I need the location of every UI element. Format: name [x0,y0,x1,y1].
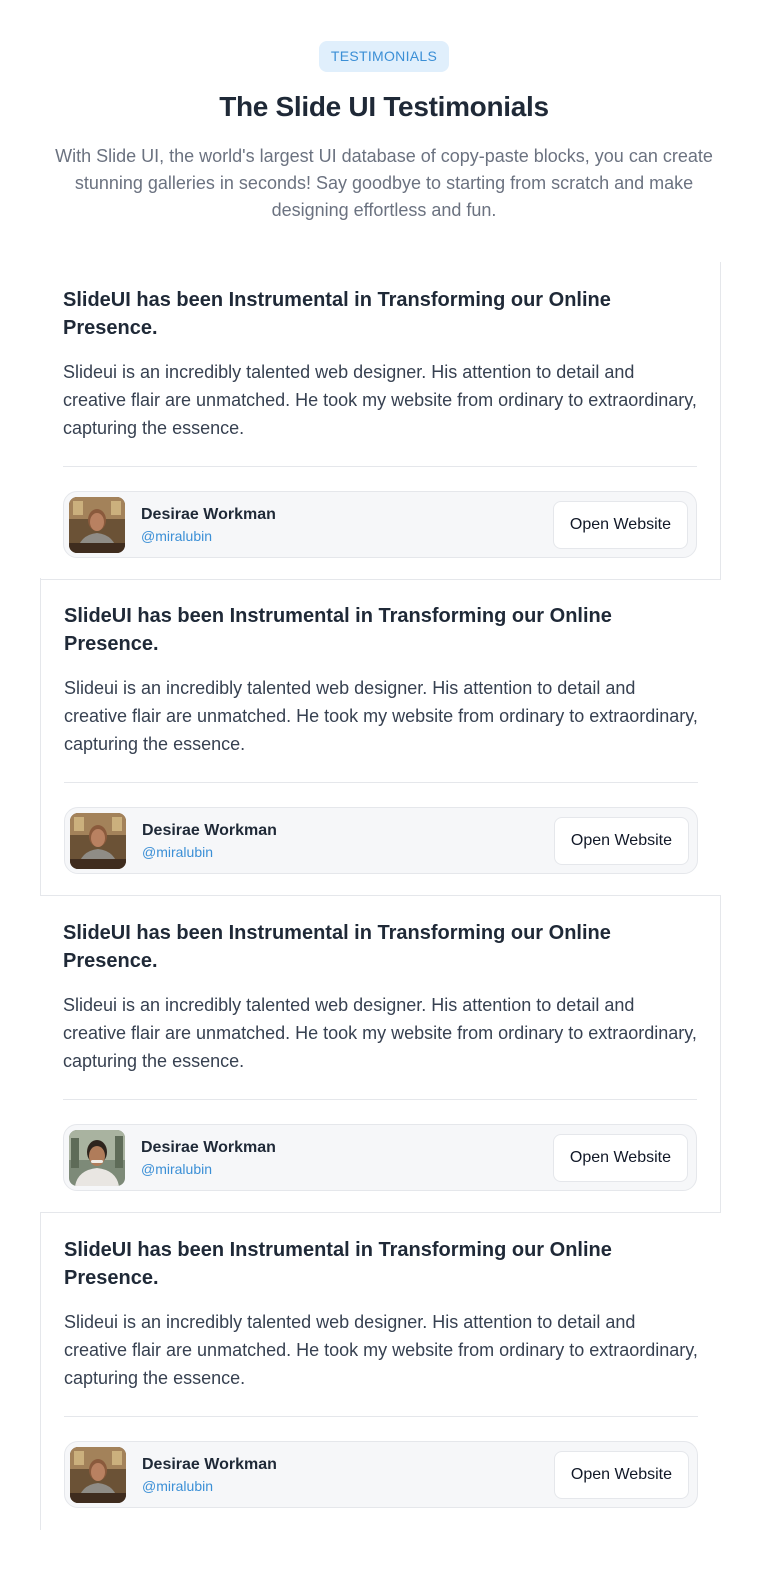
open-website-button[interactable]: Open Website [552,500,688,549]
testimonials-header: TESTIMONIALS The Slide UI Testimonials W… [0,0,768,224]
testimonial-title: SlideUI has been Instrumental in Transfo… [64,605,612,655]
author-panel: Desirae Workman @miralubin Open Website [63,1124,697,1191]
open-website-button[interactable]: Open Website [553,816,689,865]
avatar [69,496,125,553]
testimonial-text: Slideui is an incredibly talented web de… [63,362,697,438]
testimonial-card: SlideUI has been Instrumental in Transfo… [40,1212,721,1530]
divider [64,782,698,783]
section-badge: TESTIMONIALS [318,41,450,72]
testimonial-text: Slideui is an incredibly talented web de… [64,678,698,754]
author-handle[interactable]: @miralubin [141,1159,553,1179]
page-subtitle: With Slide UI, the world's largest UI da… [55,146,713,220]
author-panel: Desirae Workman @miralubin Open Website [64,807,698,874]
author-name: Desirae Workman [141,505,276,523]
open-website-button[interactable]: Open Website [552,1133,688,1182]
testimonial-text: Slideui is an incredibly talented web de… [63,995,697,1071]
testimonial-card: SlideUI has been Instrumental in Transfo… [40,895,721,1213]
author-handle[interactable]: @miralubin [142,842,554,862]
testimonial-card: SlideUI has been Instrumental in Transfo… [40,262,721,580]
testimonial-title: SlideUI has been Instrumental in Transfo… [63,922,611,972]
author-panel: Desirae Workman @miralubin Open Website [63,491,697,558]
author-name: Desirae Workman [141,1138,276,1156]
author-handle[interactable]: @miralubin [141,526,553,546]
divider [64,1416,698,1417]
author-panel: Desirae Workman @miralubin Open Website [64,1441,698,1508]
divider [63,466,697,467]
author-name: Desirae Workman [142,821,277,839]
avatar [69,1129,125,1186]
page-title: The Slide UI Testimonials [219,91,549,122]
author-name: Desirae Workman [142,1455,277,1473]
testimonial-title: SlideUI has been Instrumental in Transfo… [63,289,611,339]
divider [63,1099,697,1100]
avatar [70,812,126,869]
avatar [70,1446,126,1503]
author-handle[interactable]: @miralubin [142,1476,554,1496]
testimonial-title: SlideUI has been Instrumental in Transfo… [64,1239,612,1289]
open-website-button[interactable]: Open Website [553,1450,689,1499]
testimonial-text: Slideui is an incredibly talented web de… [64,1312,698,1388]
testimonial-card: SlideUI has been Instrumental in Transfo… [40,578,721,896]
